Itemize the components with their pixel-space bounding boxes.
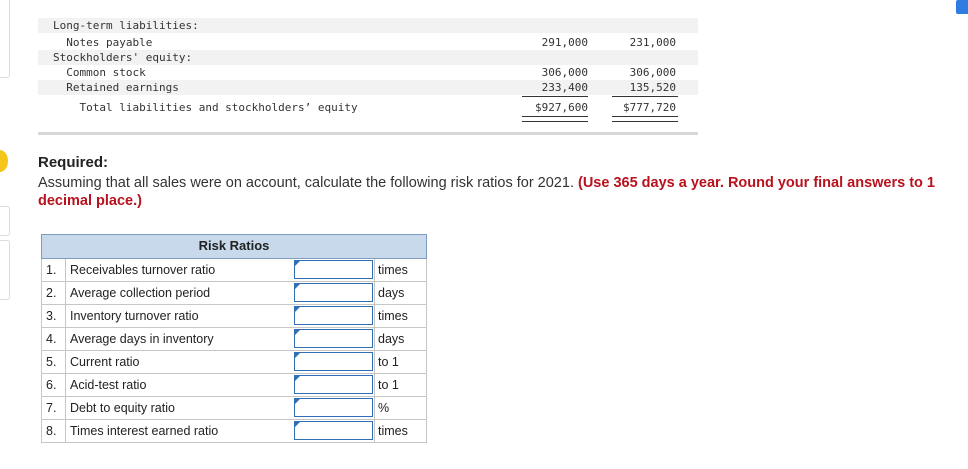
average-days-in-inventory-input[interactable]	[294, 329, 373, 348]
input-marker-icon	[295, 261, 300, 266]
left-edge-panel-top	[0, 0, 10, 78]
ratio-label: Average collection period	[70, 286, 211, 300]
ratio-label: Average days in inventory	[70, 332, 214, 346]
row-number: 6.	[42, 374, 66, 396]
input-marker-icon	[295, 307, 300, 312]
acid-test-ratio-input[interactable]	[294, 375, 373, 394]
cell-divider	[374, 282, 375, 304]
bs-label: Common stock	[53, 66, 146, 79]
ratio-label: Debt to equity ratio	[70, 401, 175, 415]
receivables-turnover-input[interactable]	[294, 260, 373, 279]
row-number: 8.	[42, 420, 66, 442]
unit-label: days	[378, 286, 405, 300]
balance-sheet-excerpt: Long-term liabilities: Notes payable 291…	[38, 14, 698, 135]
bs-total-2021: $927,600	[535, 101, 588, 114]
bs-label: Retained earnings	[53, 81, 179, 94]
average-collection-period-input[interactable]	[294, 283, 373, 302]
ratio-label: Receivables turnover ratio	[70, 263, 216, 277]
subtotal-underline	[612, 96, 678, 97]
bs-total-2020: $777,720	[623, 101, 676, 114]
bs-row: Stockholders' equity:	[38, 50, 698, 65]
required-instructions: Assuming that all sales were on account,…	[38, 174, 968, 210]
bs-value-2021: 306,000	[541, 66, 588, 79]
table-row: 7. Debt to equity ratio %	[41, 397, 427, 420]
row-number: 7.	[42, 397, 66, 419]
bs-row: Total liabilities and stockholders’ equi…	[38, 100, 698, 115]
unit-label: %	[378, 401, 390, 415]
bs-label: Stockholders' equity:	[53, 51, 193, 64]
required-heading: Required:	[38, 154, 109, 171]
input-marker-icon	[295, 399, 300, 404]
input-marker-icon	[295, 422, 300, 427]
bs-row: Long-term liabilities:	[38, 18, 698, 33]
question-marker-icon	[0, 150, 8, 172]
instructions-text: Assuming that all sales were on account,…	[38, 175, 578, 191]
row-number: 3.	[42, 305, 66, 327]
input-marker-icon	[295, 330, 300, 335]
table-header: Risk Ratios	[41, 234, 427, 259]
cell-divider	[374, 420, 375, 442]
risk-ratios-table: Risk Ratios 1. Receivables turnover rati…	[41, 234, 427, 443]
total-double-underline	[522, 116, 588, 122]
bs-row: Notes payable 291,000 231,000	[38, 35, 698, 50]
unit-label: times	[378, 424, 408, 438]
bs-row: Retained earnings 233,400 135,520	[38, 80, 698, 95]
inventory-turnover-input[interactable]	[294, 306, 373, 325]
cell-divider	[374, 351, 375, 373]
ratio-label: Acid-test ratio	[70, 378, 147, 392]
row-number: 2.	[42, 282, 66, 304]
times-interest-earned-input[interactable]	[294, 421, 373, 440]
bs-label: Notes payable	[53, 36, 153, 49]
input-marker-icon	[295, 284, 300, 289]
table-row: 2. Average collection period days	[41, 282, 427, 305]
unit-label: to 1	[378, 378, 399, 392]
total-double-underline	[612, 116, 678, 122]
unit-label: times	[378, 263, 408, 277]
table-row: 3. Inventory turnover ratio times	[41, 305, 427, 328]
table-row: 5. Current ratio to 1	[41, 351, 427, 374]
debt-to-equity-input[interactable]	[294, 398, 373, 417]
ratio-label: Inventory turnover ratio	[70, 309, 199, 323]
table-row: 1. Receivables turnover ratio times	[41, 259, 427, 282]
row-number: 4.	[42, 328, 66, 350]
table-row: 6. Acid-test ratio to 1	[41, 374, 427, 397]
cell-divider	[374, 397, 375, 419]
current-ratio-input[interactable]	[294, 352, 373, 371]
left-edge-panel-middle	[0, 206, 10, 236]
ratio-label: Current ratio	[70, 355, 140, 369]
cell-divider	[374, 328, 375, 350]
corner-tab-icon[interactable]	[956, 0, 968, 14]
bs-value-2020: 231,000	[629, 36, 676, 49]
row-number: 1.	[42, 259, 66, 281]
unit-label: days	[378, 332, 405, 346]
input-marker-icon	[295, 353, 300, 358]
cell-divider	[374, 259, 375, 281]
bs-value-2021: 291,000	[541, 36, 588, 49]
bs-label: Total liabilities and stockholders’ equi…	[53, 101, 358, 114]
ratio-label: Times interest earned ratio	[70, 424, 219, 438]
table-row: 8. Times interest earned ratio times	[41, 420, 427, 443]
bs-value-2021: 233,400	[541, 81, 588, 94]
bs-label: Long-term liabilities:	[53, 19, 199, 32]
bs-row: Common stock 306,000 306,000	[38, 65, 698, 80]
bs-value-2020: 135,520	[629, 81, 676, 94]
unit-label: to 1	[378, 355, 399, 369]
unit-label: times	[378, 309, 408, 323]
cell-divider	[374, 305, 375, 327]
cell-divider	[374, 374, 375, 396]
left-edge-panel-bottom	[0, 240, 10, 300]
input-marker-icon	[295, 376, 300, 381]
table-row: 4. Average days in inventory days	[41, 328, 427, 351]
bs-value-2020: 306,000	[629, 66, 676, 79]
row-number: 5.	[42, 351, 66, 373]
subtotal-underline	[522, 96, 588, 97]
